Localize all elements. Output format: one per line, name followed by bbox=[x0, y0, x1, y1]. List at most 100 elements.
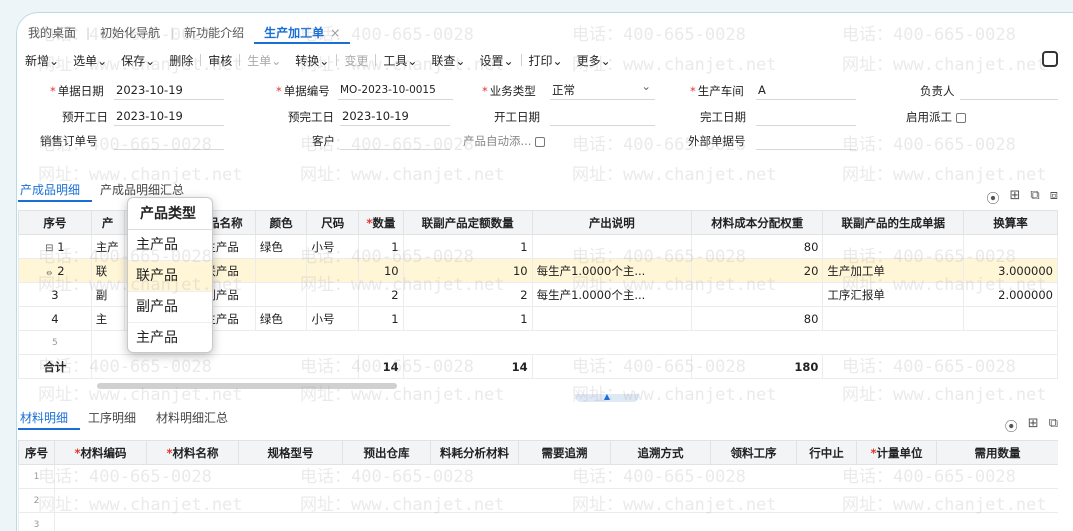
plan-start-field[interactable]: 2023-10-19 bbox=[114, 108, 224, 126]
cell-weight[interactable]: 80 bbox=[691, 234, 824, 259]
empty-cells[interactable] bbox=[54, 464, 1058, 489]
tab-desktop[interactable]: 我的桌面 bbox=[18, 22, 86, 44]
col-header-spec[interactable]: 规格型号 bbox=[238, 440, 343, 465]
cell-qty[interactable]: 1 bbox=[358, 234, 404, 259]
cell-rate[interactable]: 2.000000 bbox=[963, 282, 1058, 307]
save-button[interactable]: 保存⌄ bbox=[114, 52, 162, 69]
table-row[interactable]: 3 bbox=[18, 512, 1058, 531]
cell-quota[interactable]: 1 bbox=[402, 234, 533, 259]
cell-color[interactable] bbox=[254, 258, 308, 283]
tab-material-detail[interactable]: 材料明细 bbox=[18, 408, 81, 430]
close-icon[interactable]: × bbox=[330, 26, 340, 40]
tab-init-guide[interactable]: 初始化导航 bbox=[90, 22, 170, 44]
cell-color[interactable]: 绿色 bbox=[254, 234, 308, 259]
link-query-button[interactable]: 联查⌄ bbox=[424, 52, 472, 69]
end-date-field[interactable] bbox=[756, 108, 856, 126]
cell-type[interactable]: 主产 bbox=[90, 234, 125, 259]
cell-gen-doc[interactable]: 生产加工单 bbox=[822, 258, 965, 283]
cell-type[interactable]: 副 bbox=[90, 282, 125, 307]
tab-production-order[interactable]: 生产加工单 × bbox=[254, 22, 351, 44]
cell-qty[interactable]: 10 bbox=[358, 258, 404, 283]
tab-process-detail[interactable]: 工序明细 bbox=[86, 408, 148, 430]
col-header-weight[interactable]: 材料成本分配权重 bbox=[691, 210, 824, 235]
cell-weight[interactable]: 80 bbox=[691, 306, 824, 331]
cell-rate[interactable] bbox=[963, 234, 1058, 259]
col-header-material-code[interactable]: *材料编码 bbox=[54, 440, 147, 465]
col-header-required-qty[interactable]: 需用数量 bbox=[936, 440, 1058, 465]
cell-type[interactable]: 联 bbox=[90, 258, 125, 283]
cell-gen-doc[interactable]: 工序汇报单 bbox=[822, 282, 965, 307]
workshop-field[interactable]: A bbox=[756, 82, 856, 100]
cell-desc[interactable]: 每生产1.0000个主... bbox=[531, 258, 693, 283]
ext-no-field[interactable] bbox=[756, 132, 856, 150]
cell-size[interactable]: 小号 bbox=[306, 306, 360, 331]
collapse-icon[interactable]: ⊟ bbox=[45, 243, 53, 254]
col-header-type[interactable]: 产 bbox=[90, 210, 125, 235]
cell-desc[interactable] bbox=[531, 306, 693, 331]
dropdown-option-by[interactable]: 副产品 bbox=[128, 292, 212, 323]
export-icon[interactable]: ⧈ bbox=[1050, 188, 1058, 207]
print-button[interactable]: 打印⌄ bbox=[522, 52, 570, 69]
col-header-stop[interactable]: 行中止 bbox=[796, 440, 857, 465]
col-header-unit[interactable]: *计量单位 bbox=[856, 440, 937, 465]
cell-rate[interactable] bbox=[963, 306, 1058, 331]
col-header-trace-mode[interactable]: 追溯方式 bbox=[610, 440, 711, 465]
horizontal-scrollbar[interactable] bbox=[97, 383, 397, 389]
copy-icon[interactable]: ⧉ bbox=[1049, 416, 1058, 435]
col-header-rate[interactable]: 换算率 bbox=[963, 210, 1058, 235]
cell-qty[interactable]: 1 bbox=[358, 306, 404, 331]
new-button[interactable]: 新增⌄ bbox=[18, 52, 66, 69]
col-header-no[interactable]: 序号 bbox=[18, 210, 92, 235]
col-header-color[interactable]: 颜色 bbox=[254, 210, 308, 235]
owner-field[interactable] bbox=[960, 82, 1058, 100]
cell-quota[interactable]: 10 bbox=[402, 258, 533, 283]
cell-weight[interactable]: 20 bbox=[691, 258, 824, 283]
col-header-process[interactable]: 领料工序 bbox=[710, 440, 797, 465]
dispatch-checkbox[interactable] bbox=[956, 112, 966, 123]
col-header-material-name[interactable]: *材料名称 bbox=[146, 440, 239, 465]
table-row[interactable]: 2 bbox=[18, 488, 1058, 513]
dropdown-option-main[interactable]: 主产品 bbox=[128, 323, 212, 354]
cell-desc[interactable] bbox=[531, 234, 693, 259]
change-button[interactable]: 变更 bbox=[337, 52, 375, 69]
cell-size[interactable]: 小号 bbox=[306, 234, 360, 259]
empty-cells[interactable] bbox=[54, 512, 1058, 531]
empty-cells[interactable] bbox=[54, 488, 1058, 513]
col-header-analysis[interactable]: 料耗分析材料 bbox=[430, 440, 519, 465]
tab-new-features[interactable]: 新功能介绍 bbox=[174, 22, 254, 44]
cell-quota[interactable]: 2 bbox=[402, 282, 533, 307]
biz-type-select[interactable]: 正常 bbox=[550, 78, 655, 100]
select-order-button[interactable]: 选单⌄ bbox=[66, 52, 114, 69]
tools-button[interactable]: 工具⌄ bbox=[376, 52, 424, 69]
col-header-warehouse[interactable]: 预出仓库 bbox=[342, 440, 431, 465]
cell-color[interactable]: 绿色 bbox=[254, 306, 308, 331]
cell-rate[interactable]: 3.000000 bbox=[963, 258, 1058, 283]
dropdown-option-main[interactable]: 主产品 bbox=[128, 230, 212, 261]
col-header-desc[interactable]: 产出说明 bbox=[531, 210, 693, 235]
cell-desc[interactable]: 每生产1.0000个主... bbox=[531, 282, 693, 307]
auto-add-checkbox[interactable] bbox=[535, 136, 546, 147]
cell-quota[interactable]: 1 bbox=[402, 306, 533, 331]
dropdown-option-joint[interactable]: 联产品 bbox=[128, 261, 212, 292]
cell-gen-doc[interactable] bbox=[822, 234, 965, 259]
more-button[interactable]: 更多⌄ bbox=[570, 52, 618, 69]
tab-material-summary[interactable]: 材料明细汇总 bbox=[154, 408, 240, 430]
cell-size[interactable] bbox=[306, 258, 360, 283]
cell-qty[interactable]: 2 bbox=[358, 282, 404, 307]
convert-button[interactable]: 转换⌄ bbox=[288, 52, 336, 69]
generate-order-button[interactable]: 生单⌄ bbox=[240, 52, 288, 69]
customer-field[interactable] bbox=[340, 132, 450, 150]
delete-button[interactable]: 删除 bbox=[162, 52, 200, 69]
start-date-field[interactable] bbox=[550, 108, 655, 126]
window-icon[interactable] bbox=[1042, 51, 1058, 67]
cell-weight[interactable] bbox=[691, 282, 824, 307]
collapse-handle-icon[interactable]: ▲ bbox=[575, 393, 639, 402]
location-icon[interactable]: ⦿ bbox=[987, 188, 1000, 207]
cell-size[interactable] bbox=[306, 282, 360, 307]
copy-icon[interactable]: ⧉ bbox=[1030, 188, 1039, 207]
empty-cells[interactable] bbox=[90, 330, 1058, 355]
table-icon[interactable]: ⊞ bbox=[1010, 188, 1021, 207]
sales-order-field[interactable] bbox=[114, 132, 224, 150]
col-header-quota[interactable]: 联副产品定额数量 bbox=[402, 210, 533, 235]
col-header-trace[interactable]: 需要追溯 bbox=[518, 440, 611, 465]
